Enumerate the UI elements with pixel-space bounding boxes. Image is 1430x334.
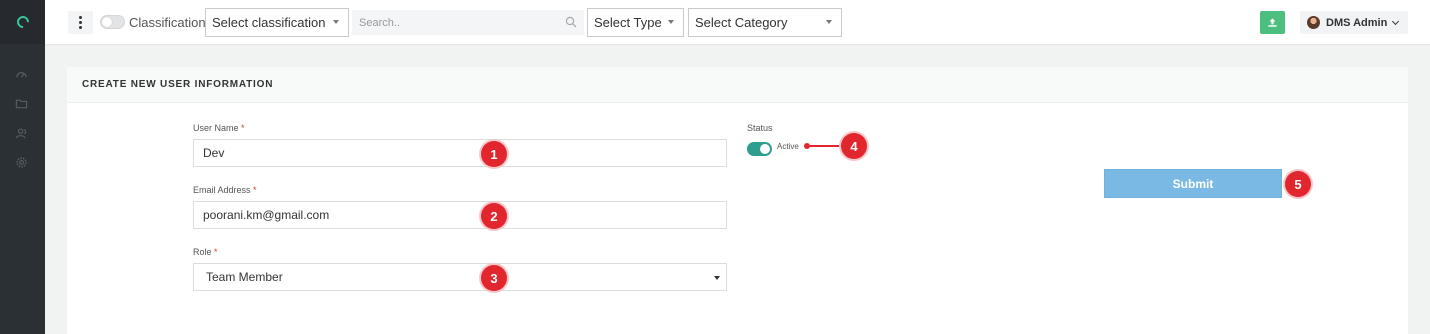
submit-button[interactable]: Submit	[1104, 169, 1282, 198]
search-icon[interactable]	[565, 16, 577, 28]
email-value: poorani.km@gmail.com	[203, 208, 330, 222]
role-value: Team Member	[206, 270, 283, 284]
status-toggle[interactable]	[747, 142, 772, 156]
folder-icon[interactable]	[15, 97, 28, 110]
chevron-down-icon	[1392, 17, 1400, 25]
top-toolbar: Classification Select classification Sea…	[45, 0, 1430, 45]
type-select-value: Select Type	[594, 15, 662, 30]
caret-down-icon	[714, 276, 720, 280]
create-user-panel: CREATE NEW USER INFORMATION User Name * …	[67, 67, 1408, 334]
user-menu[interactable]: DMS Admin	[1300, 11, 1408, 34]
user-name: DMS Admin	[1326, 16, 1388, 29]
kebab-menu-icon	[79, 16, 82, 29]
app-logo[interactable]	[0, 0, 45, 44]
panel-title: CREATE NEW USER INFORMATION	[67, 67, 1408, 103]
caret-down-icon	[668, 20, 674, 24]
users-icon[interactable]	[15, 127, 28, 140]
logo-ring-icon	[14, 13, 31, 31]
search-input[interactable]: Search..	[352, 10, 584, 35]
username-label: User Name *	[193, 123, 245, 133]
status-label: Status	[747, 123, 773, 133]
classification-toggle[interactable]	[100, 15, 125, 29]
type-select[interactable]: Select Type	[587, 8, 684, 37]
sidebar	[0, 0, 45, 334]
required-marker: *	[253, 185, 257, 195]
required-marker: *	[241, 123, 245, 133]
role-select[interactable]: Team Member	[193, 263, 727, 291]
dashboard-icon[interactable]	[15, 68, 28, 81]
callout-badge-5: 5	[1285, 171, 1311, 197]
callout-badge-3: 3	[481, 265, 507, 291]
search-placeholder: Search..	[359, 16, 400, 29]
avatar	[1307, 16, 1320, 29]
upload-icon	[1268, 18, 1277, 27]
caret-down-icon	[826, 20, 832, 24]
callout-badge-1: 1	[481, 141, 507, 167]
settings-icon[interactable]	[15, 156, 28, 169]
email-label: Email Address *	[193, 185, 257, 195]
classification-select[interactable]: Select classification	[205, 8, 349, 37]
callout-badge-2: 2	[481, 203, 507, 229]
classification-select-value: Select classification	[212, 15, 326, 30]
upload-button[interactable]	[1260, 11, 1285, 34]
username-input[interactable]: Dev	[193, 139, 727, 167]
email-input[interactable]: poorani.km@gmail.com	[193, 201, 727, 229]
callout-leader-line	[808, 145, 844, 147]
kebab-menu-button[interactable]	[68, 11, 93, 34]
status-value: Active	[777, 142, 799, 151]
username-value: Dev	[203, 146, 225, 160]
category-select-value: Select Category	[695, 15, 788, 30]
role-label: Role *	[193, 247, 218, 257]
required-marker: *	[214, 247, 218, 257]
callout-badge-4: 4	[841, 133, 867, 159]
caret-down-icon	[333, 20, 339, 24]
category-select[interactable]: Select Category	[688, 8, 842, 37]
classification-label: Classification	[129, 15, 206, 30]
